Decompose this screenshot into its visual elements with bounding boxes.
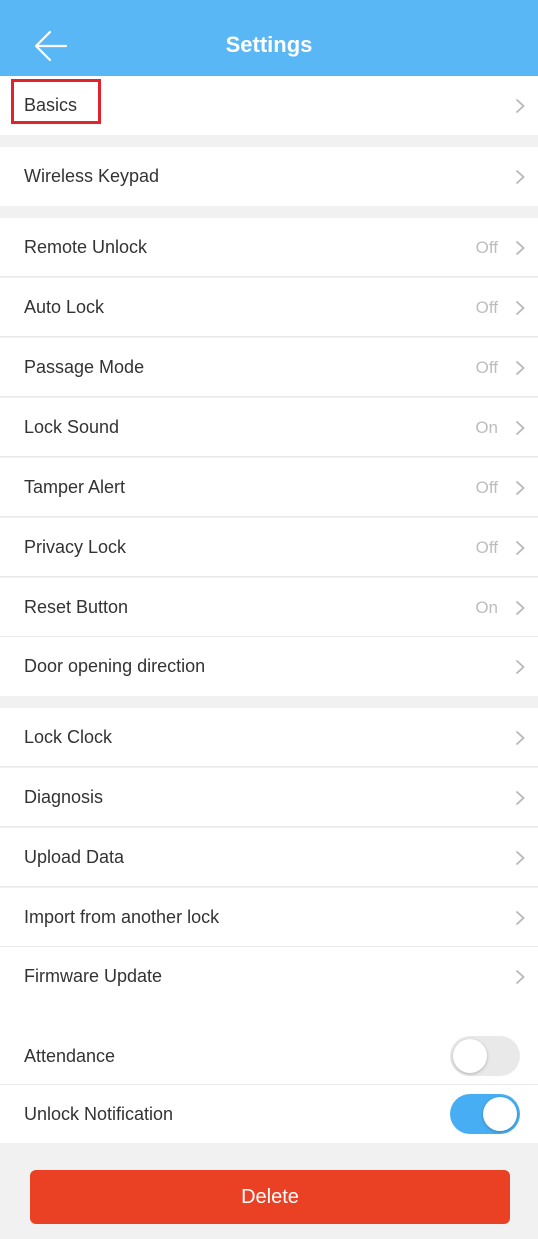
settings-row-tamper-alert[interactable]: Tamper Alert Off — [0, 458, 538, 517]
chevron-right-icon — [515, 659, 525, 675]
row-label: Diagnosis — [24, 787, 104, 807]
chevron-right-icon — [515, 300, 525, 316]
settings-row-upload-data[interactable]: Upload Data — [0, 828, 538, 887]
row-value: Off — [475, 238, 498, 257]
settings-row-diagnosis[interactable]: Diagnosis — [0, 768, 538, 827]
toggle-knob — [453, 1039, 487, 1073]
chevron-right-icon — [515, 600, 525, 616]
settings-row-auto-lock[interactable]: Auto Lock Off — [0, 278, 538, 337]
row-label: Reset Button — [24, 597, 129, 617]
settings-row-unlock-notification: Unlock Notification — [0, 1085, 538, 1143]
chevron-right-icon — [515, 969, 525, 985]
row-label: Tamper Alert — [24, 477, 126, 497]
row-label: Auto Lock — [24, 297, 105, 317]
row-value: Off — [475, 538, 498, 557]
row-label: Wireless Keypad — [24, 166, 160, 186]
chevron-right-icon — [515, 850, 525, 866]
settings-row-lock-clock[interactable]: Lock Clock — [0, 708, 538, 767]
row-value: Off — [475, 478, 498, 497]
row-label: Unlock Notification — [24, 1104, 174, 1124]
settings-row-reset-button[interactable]: Reset Button On — [0, 578, 538, 637]
row-label: Attendance — [24, 1046, 116, 1066]
header-bar: Settings — [0, 0, 538, 76]
settings-row-wireless-keypad[interactable]: Wireless Keypad — [0, 147, 538, 206]
unlock-notification-toggle[interactable] — [450, 1094, 520, 1134]
settings-row-passage-mode[interactable]: Passage Mode Off — [0, 338, 538, 397]
settings-row-door-opening-direction[interactable]: Door opening direction — [0, 637, 538, 696]
row-label: Lock Sound — [24, 417, 120, 437]
row-label: Firmware Update — [24, 966, 163, 986]
row-label: Lock Clock — [24, 727, 113, 747]
chevron-right-icon — [515, 420, 525, 436]
chevron-right-icon — [515, 98, 525, 114]
back-button[interactable] — [30, 26, 74, 66]
row-label: Privacy Lock — [24, 537, 127, 557]
toggle-knob — [483, 1097, 517, 1131]
chevron-right-icon — [515, 540, 525, 556]
row-value: On — [475, 598, 498, 617]
settings-row-basics[interactable]: Basics — [0, 76, 538, 135]
chevron-right-icon — [515, 240, 525, 256]
settings-row-remote-unlock[interactable]: Remote Unlock Off — [0, 218, 538, 277]
row-label: Upload Data — [24, 847, 125, 867]
chevron-right-icon — [515, 480, 525, 496]
arrow-left-icon — [34, 30, 68, 62]
chevron-right-icon — [515, 730, 525, 746]
chevron-right-icon — [515, 910, 525, 926]
settings-row-lock-sound[interactable]: Lock Sound On — [0, 398, 538, 457]
row-value: Off — [475, 298, 498, 317]
settings-row-privacy-lock[interactable]: Privacy Lock Off — [0, 518, 538, 577]
chevron-right-icon — [515, 790, 525, 806]
row-label: Import from another lock — [24, 907, 220, 927]
row-label: Door opening direction — [24, 656, 206, 676]
row-label: Passage Mode — [24, 357, 145, 377]
row-label: Basics — [24, 95, 78, 115]
delete-button[interactable]: Delete — [30, 1170, 510, 1224]
row-value: On — [475, 418, 498, 437]
settings-row-firmware-update[interactable]: Firmware Update — [0, 947, 538, 1027]
row-value: Off — [475, 358, 498, 377]
chevron-right-icon — [515, 360, 525, 376]
row-label: Remote Unlock — [24, 237, 148, 257]
settings-row-attendance: Attendance — [0, 1027, 538, 1085]
settings-row-import-from-another-lock[interactable]: Import from another lock — [0, 888, 538, 947]
chevron-right-icon — [515, 169, 525, 185]
attendance-toggle[interactable] — [450, 1036, 520, 1076]
